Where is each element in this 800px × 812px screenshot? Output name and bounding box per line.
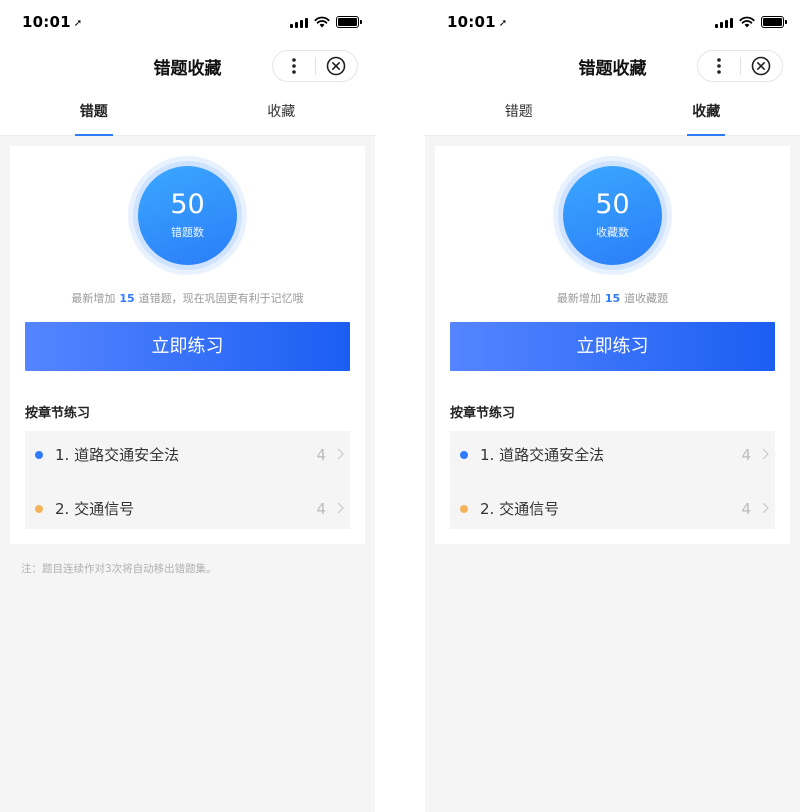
summary-card: 50 错题数 最新增加 15 道错题，现在巩固更有利于记忆哦 立即练习 按章节练习 …	[10, 146, 365, 544]
close-icon[interactable]	[741, 51, 782, 81]
chapter-dot	[460, 505, 468, 513]
tab-favorites[interactable]: 收藏	[188, 90, 376, 135]
practice-now-button[interactable]: 立即练习	[25, 322, 350, 371]
chapter-item[interactable]: 2. 交通信号 4	[25, 485, 350, 532]
footnote: 注：题目连续作对3次将自动移出错题集。	[21, 563, 217, 575]
hint-text: 最新增加 15 道错题，现在巩固更有利于记忆哦	[71, 292, 304, 305]
chapter-dot	[35, 451, 43, 459]
count-label: 错题数	[171, 226, 204, 239]
tab-bar: 错题 收藏	[425, 90, 800, 136]
count-circle: 50 错题数	[138, 166, 237, 265]
count-label: 收藏数	[596, 226, 629, 239]
status-icons	[290, 15, 362, 29]
chapter-count: 4	[316, 499, 326, 518]
close-icon[interactable]	[316, 51, 357, 81]
count-number: 50	[595, 189, 630, 220]
chapter-item[interactable]: 2. 交通信号 4	[450, 485, 775, 532]
wifi-icon	[314, 16, 330, 28]
more-icon[interactable]	[698, 51, 740, 81]
section-title: 按章节练习	[25, 406, 91, 421]
chapter-count: 4	[741, 445, 751, 464]
chapter-label: 1. 道路交通安全法	[55, 446, 180, 464]
chapter-item[interactable]: 1. 道路交通安全法 4	[25, 431, 350, 478]
battery-icon	[761, 16, 787, 28]
section-title: 按章节练习	[450, 406, 516, 421]
location-arrow-icon: ➚	[73, 18, 83, 29]
hint-text: 最新增加 15 道收藏题	[556, 292, 669, 305]
chapter-dot	[35, 505, 43, 513]
wifi-icon	[739, 16, 755, 28]
status-time: 10:01 ➚	[447, 13, 508, 31]
count-number: 50	[170, 189, 205, 220]
mini-program-capsule	[272, 50, 358, 82]
chapter-label: 1. 道路交通安全法	[480, 446, 605, 464]
top-bar: 10:01 ➚ 错题收藏 错题 收藏	[0, 0, 375, 136]
hint-number: 15	[604, 292, 621, 305]
chevron-right-icon	[762, 502, 769, 514]
chapter-item[interactable]: 1. 道路交通安全法 4	[450, 431, 775, 478]
chevron-right-icon	[762, 448, 769, 460]
tab-bar: 错题 收藏	[0, 90, 375, 136]
chapter-count: 4	[316, 445, 326, 464]
chapter-count: 4	[741, 499, 751, 518]
signal-icon	[715, 17, 733, 28]
status-icons	[715, 15, 787, 29]
tab-favorites[interactable]: 收藏	[613, 90, 800, 136]
mini-program-capsule	[697, 50, 783, 82]
summary-card: 50 收藏数 最新增加 15 道收藏题 立即练习 按章节练习 1. 道路交通安全法 …	[435, 146, 790, 544]
chapter-list: 1. 道路交通安全法 4 2. 交通信号 4	[450, 431, 775, 529]
tab-wrong-questions[interactable]: 错题	[425, 90, 613, 135]
phone-screen-wrong-questions: 10:01 ➚ 错题收藏 错题 收藏 50 错题数 最新增加 15 道错题，现在巩固更…	[0, 0, 375, 812]
battery-icon	[336, 16, 362, 28]
chevron-right-icon	[337, 502, 344, 514]
status-time: 10:01 ➚	[22, 13, 83, 31]
location-arrow-icon: ➚	[498, 18, 508, 29]
count-circle: 50 收藏数	[563, 166, 662, 265]
hint-number: 15	[119, 292, 135, 305]
chapter-list: 1. 道路交通安全法 4 2. 交通信号 4	[25, 431, 350, 529]
tab-wrong-questions[interactable]: 错题	[0, 90, 188, 136]
practice-now-button[interactable]: 立即练习	[450, 322, 775, 371]
top-bar: 10:01 ➚ 错题收藏 错题 收藏	[425, 0, 800, 136]
more-icon[interactable]	[273, 51, 315, 81]
chapter-dot	[460, 451, 468, 459]
phone-screen-favorites: 10:01 ➚ 错题收藏 错题 收藏 50 收藏数 最新增加 15 道收藏题 立即练习…	[425, 0, 800, 812]
signal-icon	[290, 17, 308, 28]
chapter-label: 2. 交通信号	[55, 500, 135, 518]
chapter-label: 2. 交通信号	[480, 500, 560, 518]
chevron-right-icon	[337, 448, 344, 460]
